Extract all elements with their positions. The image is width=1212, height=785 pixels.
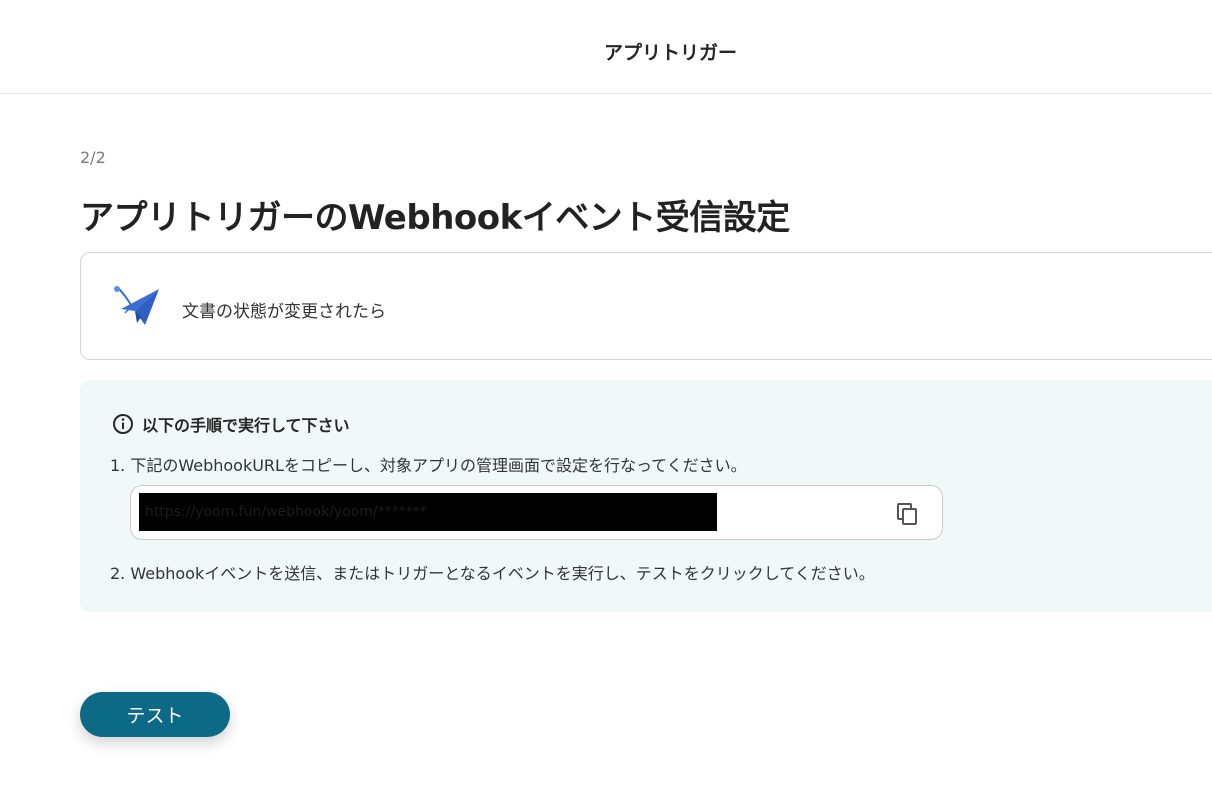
webhook-url-value[interactable]: https://yoom.fun/webhook/yoom/******* — [139, 493, 717, 531]
copy-icon — [897, 503, 917, 525]
test-button[interactable]: テスト — [80, 692, 230, 737]
instruction-step-2: 2. Webhookイベントを送信、またはトリガーとなるイベントを実行し、テスト… — [110, 564, 875, 583]
paper-plane-icon — [111, 285, 161, 329]
info-icon — [112, 413, 134, 435]
trigger-card: 文書の状態が変更されたら — [80, 252, 1212, 360]
instructions-heading-text: 以下の手順で実行して下さい — [142, 416, 350, 435]
page-title: アプリトリガーのWebhookイベント受信設定 — [80, 198, 790, 238]
header-title: アプリトリガー — [604, 42, 738, 64]
instruction-step-1: 1. 下記のWebhookURLをコピーし、対象アプリの管理画面で設定を行なって… — [110, 456, 747, 475]
webhook-url-field[interactable]: https://yoom.fun/webhook/yoom/******* — [130, 485, 943, 540]
instructions-heading: 以下の手順で実行して下さい — [112, 413, 350, 435]
instructions-box: 以下の手順で実行して下さい 1. 下記のWebhookURLをコピーし、対象アプ… — [80, 380, 1212, 612]
trigger-label: 文書の状態が変更されたら — [182, 302, 386, 322]
step-indicator: 2/2 — [80, 148, 106, 167]
header-bar: アプリトリガー — [0, 0, 1212, 94]
copy-button[interactable] — [893, 500, 921, 528]
